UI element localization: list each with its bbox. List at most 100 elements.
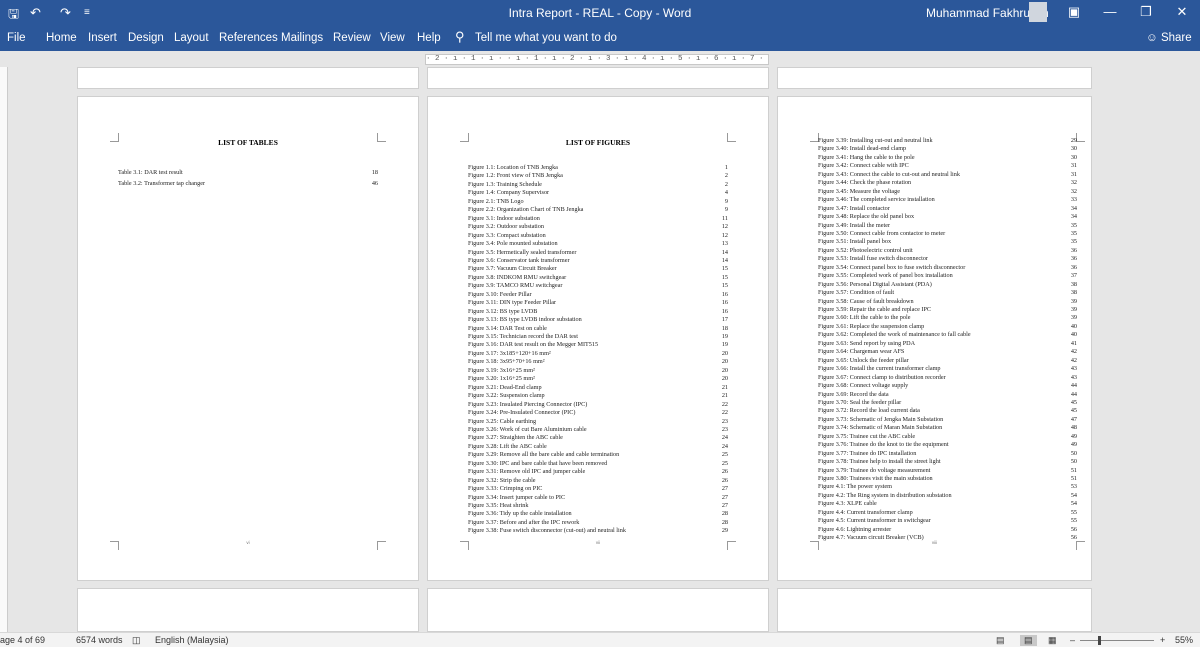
- list-entry[interactable]: Figure 3.54: Connect panel box to fuse s…: [818, 264, 1077, 273]
- list-entry[interactable]: Figure 3.7: Vacuum Circuit Breaker 15: [468, 265, 728, 274]
- list-entry[interactable]: Figure 3.66: Install the current transfo…: [818, 365, 1077, 374]
- tab-review[interactable]: Review: [333, 32, 371, 44]
- list-entry[interactable]: Figure 3.4: Pole mounted substation 13: [468, 240, 728, 249]
- list-entry[interactable]: Figure 3.39: Installing cut-out and neut…: [818, 137, 1077, 146]
- list-entry[interactable]: Figure 3.52: Photoelectric control unit 3…: [818, 247, 1077, 256]
- page-count[interactable]: age 4 of 69: [0, 635, 45, 645]
- list-entry[interactable]: Figure 3.58: Cause of fault breakdown 39: [818, 298, 1077, 307]
- list-entry[interactable]: Figure 1.4: Company Supervisor 4: [468, 189, 728, 198]
- previous-page[interactable]: [427, 67, 769, 89]
- list-entry[interactable]: Figure 3.41: Hang the cable to the pole 3…: [818, 154, 1077, 163]
- list-entry[interactable]: Figure 3.34: Insert jumper cable to PIC 2…: [468, 494, 728, 503]
- list-entry[interactable]: Figure 1.2: Front view of TNB Jengka 2: [468, 172, 728, 181]
- list-entry[interactable]: Figure 2.1: TNB Logo 9: [468, 198, 728, 207]
- list-entry[interactable]: Figure 3.74: Schematic of Maran Main Sub…: [818, 424, 1077, 433]
- list-entry[interactable]: Figure 3.45: Measure the voltage 32: [818, 188, 1077, 197]
- avatar[interactable]: [1029, 2, 1047, 22]
- list-entry[interactable]: Figure 3.23: Insulated Piercing Connecto…: [468, 401, 728, 410]
- list-entry[interactable]: Figure 3.20: 1x16+25 mm² 20: [468, 375, 728, 384]
- close-icon[interactable]: ✕: [1172, 4, 1192, 20]
- tab-insert[interactable]: Insert: [88, 32, 117, 44]
- zoom-in-button[interactable]: +: [1160, 635, 1165, 645]
- list-entry[interactable]: Figure 3.6: Conservator tank transformer…: [468, 257, 728, 266]
- tab-view[interactable]: View: [380, 32, 405, 44]
- zoom-out-button[interactable]: –: [1070, 635, 1075, 645]
- vertical-ruler[interactable]: [0, 67, 8, 632]
- list-entry[interactable]: Figure 3.8: INDKOM RMU switchgear 15: [468, 274, 728, 283]
- next-page[interactable]: [427, 588, 769, 632]
- list-entry[interactable]: Figure 3.44: Check the phase rotation 32: [818, 179, 1077, 188]
- list-entry[interactable]: Figure 4.2: The Ring system in distribut…: [818, 492, 1077, 501]
- language[interactable]: English (Malaysia): [155, 635, 229, 645]
- word-count[interactable]: 6574 words: [76, 635, 123, 645]
- list-entry[interactable]: Figure 3.26: Work of cut Bare Aluminium …: [468, 426, 728, 435]
- zoom-slider-thumb[interactable]: [1097, 636, 1101, 645]
- tab-layout[interactable]: Layout: [174, 32, 209, 44]
- list-entry[interactable]: Figure 3.37: Before and after the IPC re…: [468, 519, 728, 528]
- list-entry[interactable]: Figure 3.18: 3x95+70+16 mm² 20: [468, 358, 728, 367]
- list-entry[interactable]: Figure 4.3: XLPE cable 54: [818, 500, 1077, 509]
- ruler-scale[interactable]: · 2 · ı · 1 · ı · · ı · 1 · ı · 2 · ı · …: [425, 54, 769, 65]
- ribbon-display-options-icon[interactable]: ▣: [1064, 4, 1084, 20]
- list-entry[interactable]: Figure 3.60: Lift the cable to the pole 3…: [818, 314, 1077, 323]
- list-entry[interactable]: Figure 3.68: Connect voltage supply 44: [818, 382, 1077, 391]
- horizontal-ruler[interactable]: · 2 · ı · 1 · ı · · ı · 1 · ı · 2 · ı · …: [0, 51, 1200, 67]
- list-entry[interactable]: Figure 3.9: TAMCO RMU switchgear 15: [468, 282, 728, 291]
- list-entry[interactable]: Figure 3.55: Completed work of panel box…: [818, 272, 1077, 281]
- list-entry[interactable]: Figure 4.6: Lightning arrester 56: [818, 526, 1077, 535]
- list-entry[interactable]: Figure 3.17: 3x185+120+16 mm² 20: [468, 350, 728, 359]
- list-entry[interactable]: Figure 3.43: Connect the cable to cut-ou…: [818, 171, 1077, 180]
- list-entry[interactable]: Figure 3.31: Remove old IPC and jumper c…: [468, 468, 728, 477]
- list-entry[interactable]: Figure 4.5: Current transformer in switc…: [818, 517, 1077, 526]
- list-entry[interactable]: Figure 3.59: Repair the cable and replac…: [818, 306, 1077, 315]
- list-entry[interactable]: Figure 3.1: Indoor substation 11: [468, 215, 728, 224]
- list-entry[interactable]: Figure 3.35: Heat shrink 27: [468, 502, 728, 511]
- list-entry[interactable]: Figure 3.76: Trainee do the knot to tie …: [818, 441, 1077, 450]
- list-entry[interactable]: Figure 3.19: 3x16+25 mm² 20: [468, 367, 728, 376]
- list-entry[interactable]: Figure 3.2: Outdoor substation 12: [468, 223, 728, 232]
- list-entry[interactable]: Figure 3.50: Connect cable from contacto…: [818, 230, 1077, 239]
- list-entry[interactable]: Figure 3.12: BS type LVDB 16: [468, 308, 728, 317]
- previous-page[interactable]: [777, 67, 1092, 89]
- share-button[interactable]: ☺ Share: [1146, 32, 1192, 44]
- list-entry[interactable]: Figure 3.27: Straighten the ABC cable 24: [468, 434, 728, 443]
- list-entry[interactable]: Figure 3.33: Crimping on PIC 27: [468, 485, 728, 494]
- list-entry[interactable]: Figure 3.63: Send report by using PDA 41: [818, 340, 1077, 349]
- list-entry[interactable]: Figure 3.70: Seal the feeder pillar 45: [818, 399, 1077, 408]
- list-entry[interactable]: Figure 3.75: Trainee cut the ABC cable 49: [818, 433, 1077, 442]
- list-entry[interactable]: Figure 3.13: BS type LVDB indoor substat…: [468, 316, 728, 325]
- list-entry[interactable]: Table 3.1: DAR test result 18: [118, 169, 378, 178]
- list-entry[interactable]: Figure 3.53: Install fuse switch disconn…: [818, 255, 1077, 264]
- list-entry[interactable]: Figure 2.2: Organization Chart of TNB Je…: [468, 206, 728, 215]
- list-entry[interactable]: Figure 3.79: Trainee do voltage measurem…: [818, 467, 1077, 476]
- list-entry[interactable]: Figure 3.72: Record the load current dat…: [818, 407, 1077, 416]
- next-page[interactable]: [77, 588, 419, 632]
- list-entry[interactable]: Figure 3.67: Connect clamp to distributi…: [818, 374, 1077, 383]
- page-list-of-figures[interactable]: LIST OF FIGURES Figure 1.1: Location of T…: [427, 96, 769, 581]
- list-entry[interactable]: Figure 1.1: Location of TNB Jengka 1: [468, 164, 728, 173]
- list-entry[interactable]: Figure 3.57: Condition of fault 38: [818, 289, 1077, 298]
- tab-help[interactable]: Help: [417, 32, 441, 44]
- restore-icon[interactable]: ❐: [1136, 4, 1156, 20]
- list-entry[interactable]: Table 3.2: Transformer tap changer 46: [118, 180, 378, 189]
- list-entry[interactable]: Figure 3.28: Lift the ABC cable 24: [468, 443, 728, 452]
- list-entry[interactable]: Figure 3.80: Trainees visit the main sub…: [818, 475, 1077, 484]
- list-entry[interactable]: Figure 3.62: Completed the work of maint…: [818, 331, 1077, 340]
- page-list-of-tables[interactable]: LIST OF TABLES Table 3.1: DAR test result…: [77, 96, 419, 581]
- tab-design[interactable]: Design: [128, 32, 164, 44]
- list-entry[interactable]: Figure 3.61: Replace the suspension clam…: [818, 323, 1077, 332]
- list-entry[interactable]: Figure 4.1: The power system 53: [818, 483, 1077, 492]
- list-entry[interactable]: Figure 3.73: Schematic of Jengka Main Su…: [818, 416, 1077, 425]
- list-entry[interactable]: Figure 3.77: Trainee do IPC installation…: [818, 450, 1077, 459]
- list-entry[interactable]: Figure 3.11: DIN type Feeder Pillar 16: [468, 299, 728, 308]
- zoom-slider-track[interactable]: [1080, 640, 1154, 641]
- list-entry[interactable]: Figure 3.38: Fuse switch disconnector (c…: [468, 527, 728, 536]
- previous-page[interactable]: [77, 67, 419, 89]
- list-entry[interactable]: Figure 4.4: Current transformer clamp 55: [818, 509, 1077, 518]
- minimize-icon[interactable]: —: [1100, 4, 1120, 19]
- list-entry[interactable]: Figure 3.49: Install the meter 35: [818, 222, 1077, 231]
- tell-me-search[interactable]: Tell me what you want to do: [475, 32, 617, 44]
- list-entry[interactable]: Figure 3.15: Technician record the DAR t…: [468, 333, 728, 342]
- list-entry[interactable]: Figure 3.56: Personal Digital Assistant …: [818, 281, 1077, 290]
- list-entry[interactable]: Figure 3.10: Feeder Pillar 16: [468, 291, 728, 300]
